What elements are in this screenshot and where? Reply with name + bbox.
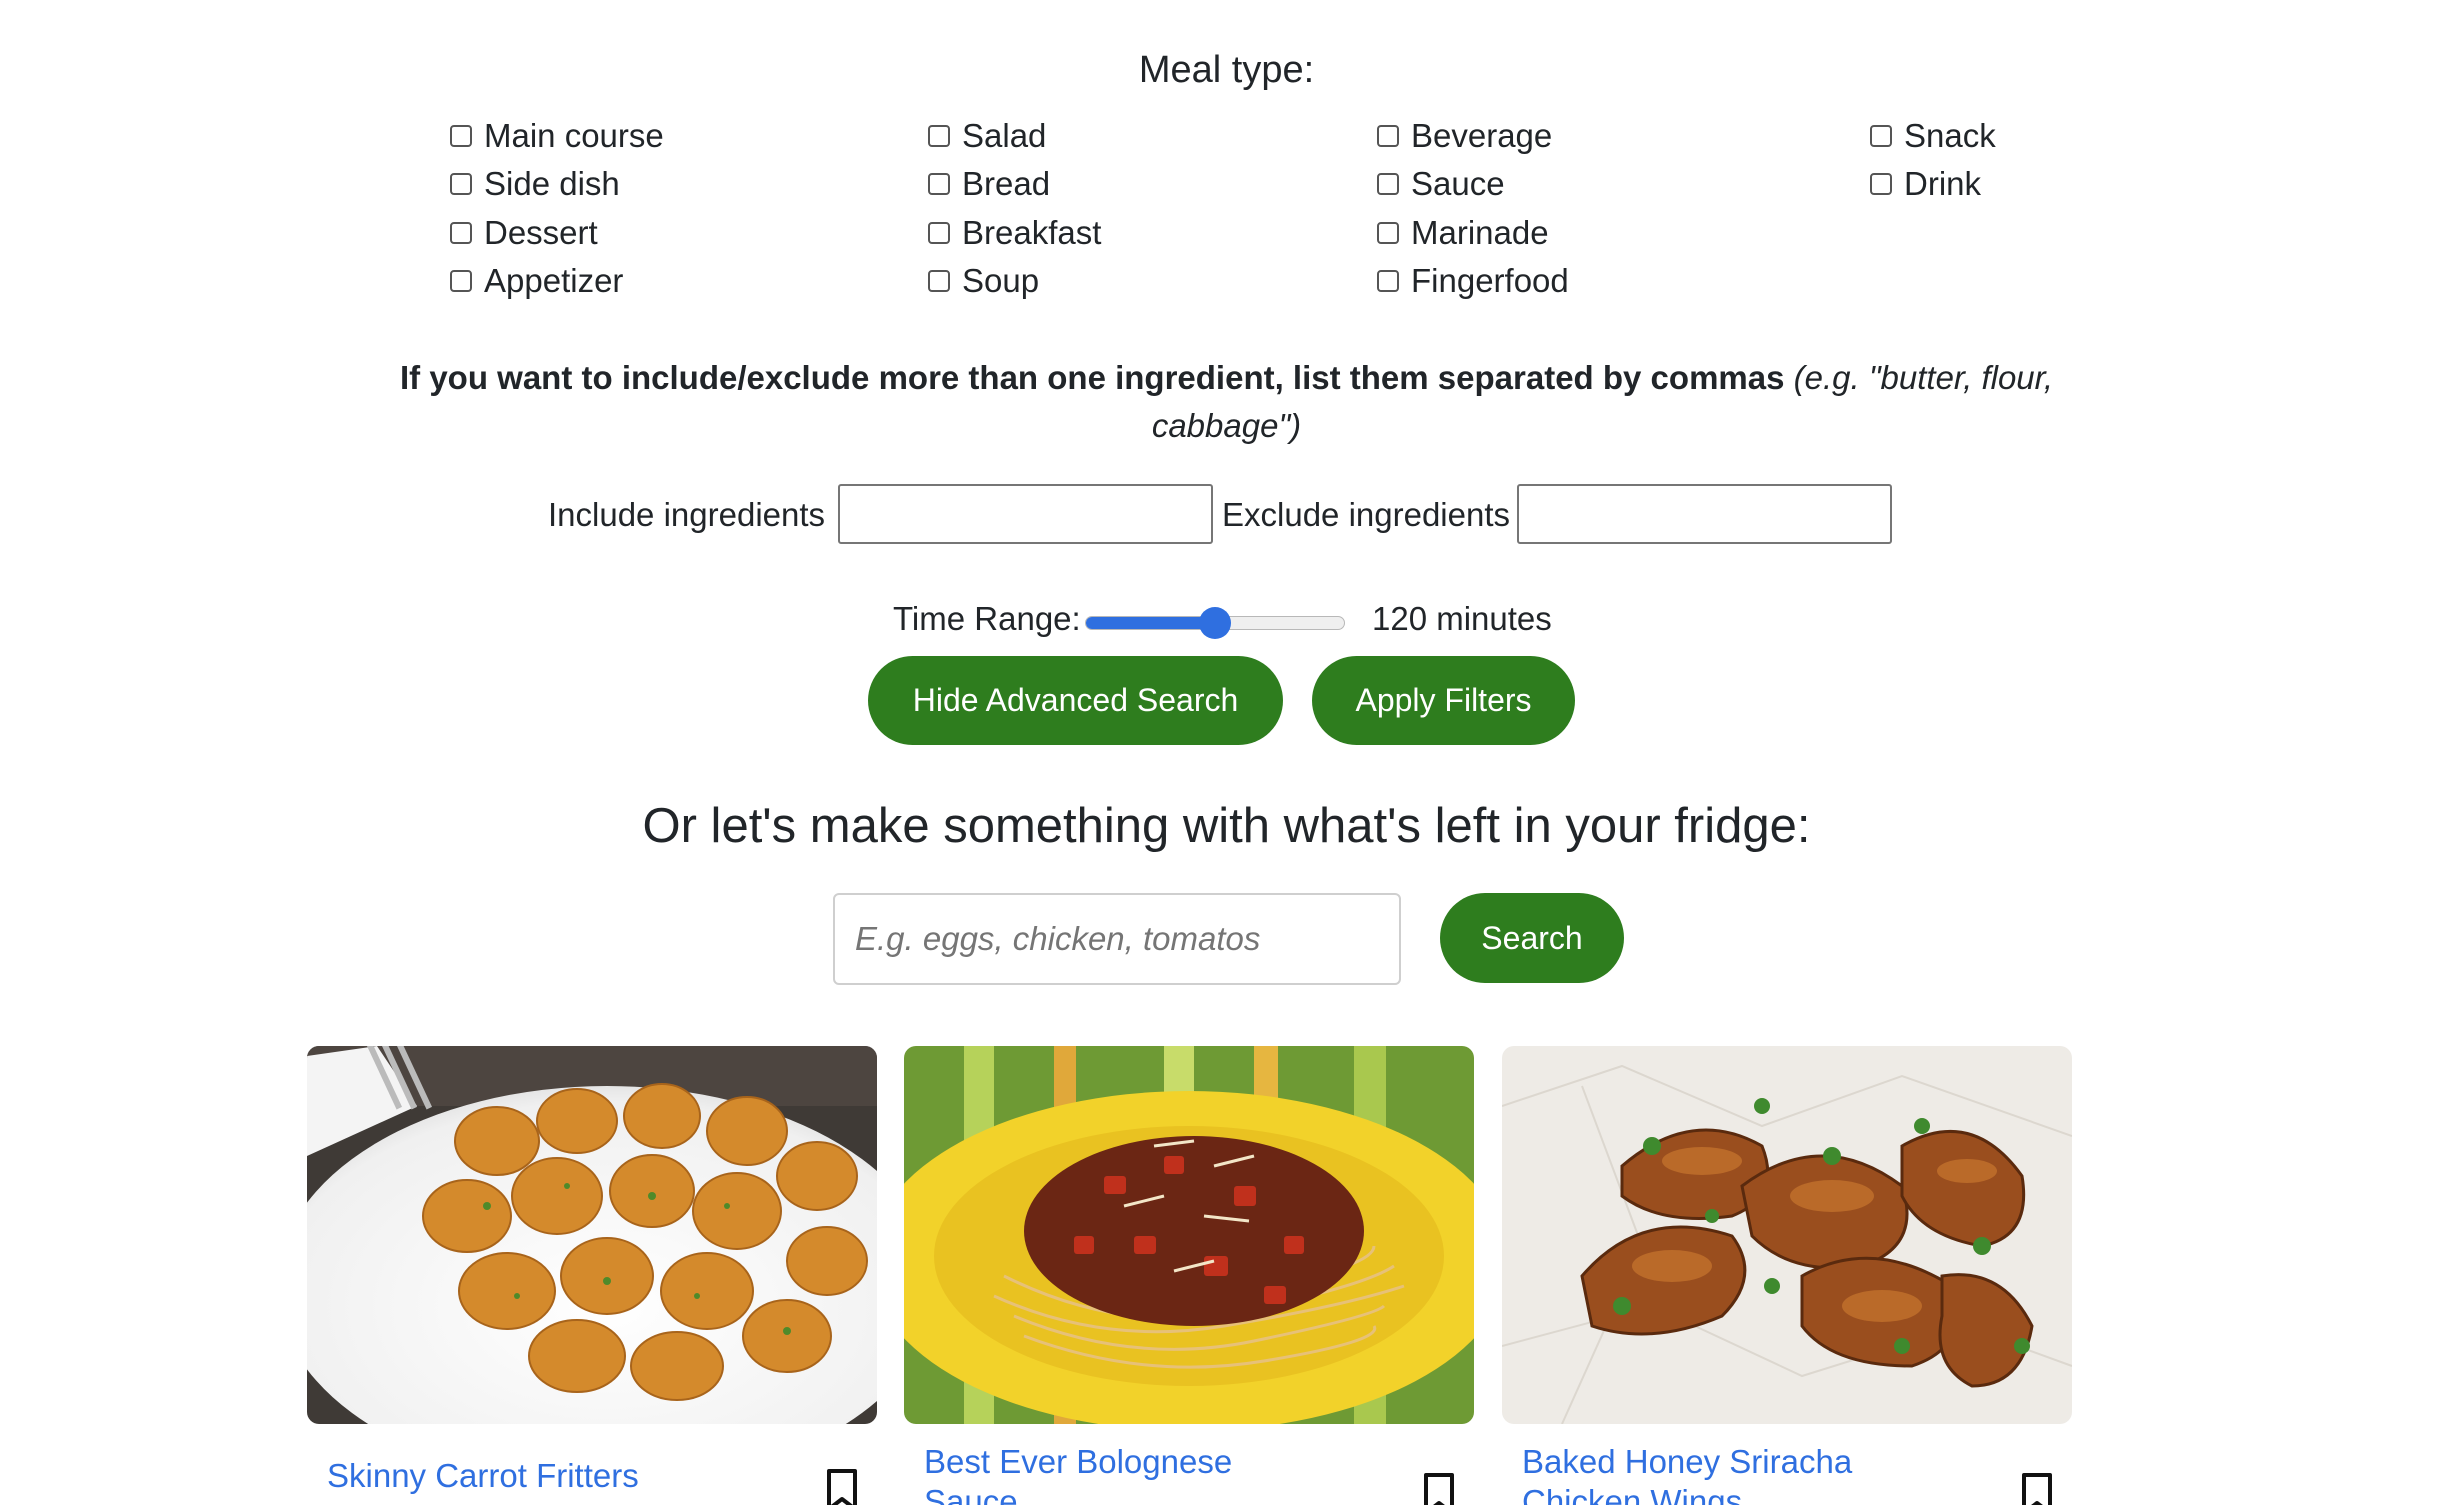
meal-option-main-course[interactable]: Main course [450, 112, 664, 160]
meal-option-label: Breakfast [962, 213, 1102, 251]
meal-option-label: Salad [962, 117, 1047, 155]
meal-option-marinade[interactable]: Marinade [1377, 209, 1569, 257]
checkbox[interactable] [450, 221, 472, 244]
include-ingredients-input[interactable] [838, 484, 1213, 544]
meal-option-dessert[interactable]: Dessert [450, 209, 664, 257]
recipe-title-link[interactable]: Skinny Carrot Fritters [327, 1456, 707, 1496]
time-range-slider-thumb[interactable] [1199, 607, 1231, 639]
ingredient-instructions: If you want to include/exclude more than… [360, 354, 2093, 450]
hide-advanced-search-button[interactable]: Hide Advanced Search [868, 656, 1283, 745]
meal-type-column-3: Beverage Sauce Marinade Fingerfood [1377, 112, 1569, 305]
apply-filters-button[interactable]: Apply Filters [1312, 656, 1575, 745]
meal-type-column-4: Snack Drink [1870, 112, 1996, 209]
recipe-title-link[interactable]: Baked Honey Sriracha Chicken Wings [1522, 1442, 1902, 1505]
meal-option-label: Marinade [1411, 213, 1549, 251]
meal-option-label: Fingerfood [1411, 262, 1569, 300]
meal-option-beverage[interactable]: Beverage [1377, 112, 1569, 160]
include-ingredients-label: Include ingredients [548, 496, 826, 533]
time-range-control: Time Range: 120 minutes [0, 594, 2453, 644]
recipe-card[interactable]: Skinny Carrot Fritters [307, 1046, 877, 1505]
recipe-card[interactable]: Best Ever Bolognese Sauce [904, 1046, 1474, 1505]
checkbox[interactable] [1377, 173, 1399, 196]
meal-option-label: Soup [962, 262, 1040, 300]
meal-type-options: Main course Side dish Dessert Appetizer … [450, 112, 2050, 312]
meal-option-fingerfood[interactable]: Fingerfood [1377, 257, 1569, 305]
checkbox[interactable] [928, 125, 950, 148]
meal-option-label: Bread [962, 165, 1051, 203]
meal-option-soup[interactable]: Soup [928, 257, 1101, 305]
checkbox[interactable] [1870, 173, 1892, 196]
checkbox[interactable] [928, 270, 950, 293]
meal-type-heading: Meal type: [1138, 49, 1315, 91]
meal-option-label: Dessert [484, 213, 598, 251]
bookmark-icon[interactable] [2020, 1472, 2054, 1505]
meal-option-breakfast[interactable]: Breakfast [928, 209, 1101, 257]
meal-option-label: Drink [1904, 165, 1982, 203]
time-range-slider-fill [1086, 617, 1216, 629]
meal-option-label: Sauce [1411, 165, 1505, 203]
meal-option-bread[interactable]: Bread [928, 160, 1101, 208]
meal-option-salad[interactable]: Salad [928, 112, 1101, 160]
meal-type-column-2: Salad Bread Breakfast Soup [928, 112, 1101, 305]
meal-type-column-1: Main course Side dish Dessert Appetizer [450, 112, 664, 305]
recipe-search-page: Meal type: Main course Side dish Dessert… [0, 0, 2453, 1505]
meal-option-drink[interactable]: Drink [1870, 160, 1996, 208]
meal-option-label: Snack [1904, 117, 1996, 155]
meal-option-label: Main course [484, 117, 664, 155]
spaghetti-bolognese-photo[interactable] [904, 1046, 1474, 1424]
time-range-value: 120 minutes [1372, 600, 1552, 637]
checkbox[interactable] [1377, 125, 1399, 148]
checkbox[interactable] [1377, 221, 1399, 244]
ingredient-instructions-bold: If you want to include/exclude more than… [400, 359, 1785, 396]
meal-option-snack[interactable]: Snack [1870, 112, 1996, 160]
recipe-title-link[interactable]: Best Ever Bolognese Sauce [924, 1442, 1304, 1505]
ingredient-filters: Include ingredients Exclude ingredients [0, 484, 2453, 546]
checkbox[interactable] [450, 173, 472, 196]
checkbox[interactable] [928, 173, 950, 196]
search-button[interactable]: Search [1440, 893, 1624, 983]
checkbox[interactable] [450, 125, 472, 148]
meal-option-label: Beverage [1411, 117, 1553, 155]
checkbox[interactable] [928, 221, 950, 244]
bookmark-icon[interactable] [1422, 1472, 1456, 1505]
fridge-search-heading: Or let's make something with what's left… [642, 799, 1811, 853]
meal-option-side-dish[interactable]: Side dish [450, 160, 664, 208]
meal-option-label: Appetizer [484, 262, 624, 300]
meal-option-label: Side dish [484, 165, 620, 203]
meal-option-appetizer[interactable]: Appetizer [450, 257, 664, 305]
carrot-fritters-photo[interactable] [307, 1046, 877, 1424]
checkbox[interactable] [1870, 125, 1892, 148]
time-range-label: Time Range: [893, 600, 1081, 637]
exclude-ingredients-input[interactable] [1517, 484, 1892, 544]
checkbox[interactable] [1377, 270, 1399, 293]
checkbox[interactable] [450, 270, 472, 293]
fridge-ingredients-input[interactable] [833, 893, 1401, 985]
meal-option-sauce[interactable]: Sauce [1377, 160, 1569, 208]
recipe-card[interactable]: Baked Honey Sriracha Chicken Wings [1502, 1046, 2072, 1505]
bookmark-icon[interactable] [825, 1468, 859, 1505]
exclude-ingredients-label: Exclude ingredients [1222, 496, 1511, 533]
chicken-wings-photo[interactable] [1502, 1046, 2072, 1424]
